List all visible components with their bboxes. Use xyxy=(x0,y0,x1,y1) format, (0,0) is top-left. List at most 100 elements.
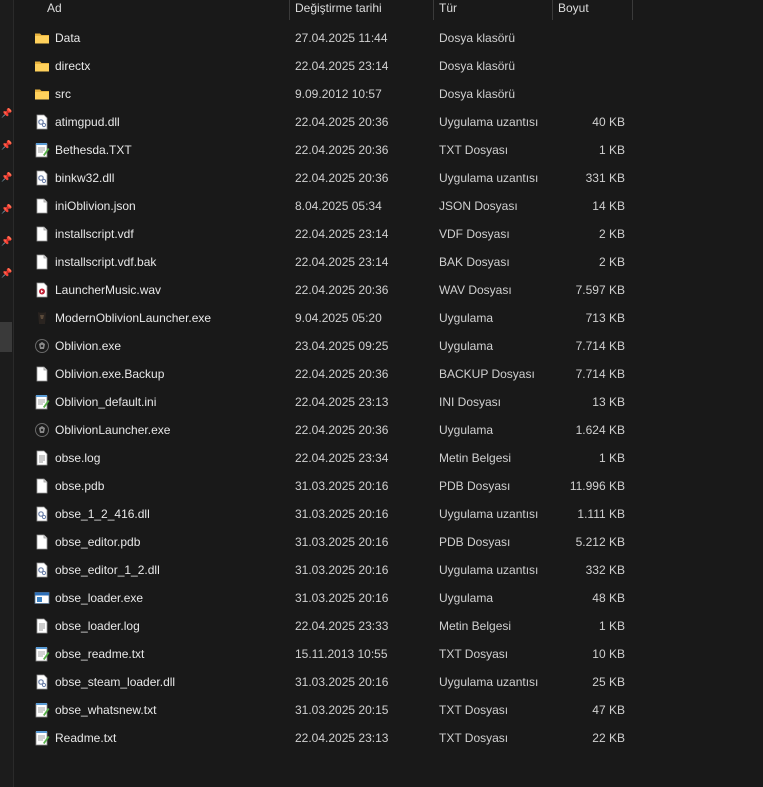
file-type: VDF Dosyası xyxy=(439,227,510,241)
file-type: Uygulama uzantısı xyxy=(439,171,539,185)
file-size: 1.111 KB xyxy=(577,507,625,521)
file-row[interactable]: src 9.09.2012 10:57 Dosya klasörü xyxy=(14,80,763,108)
column-header-name-label: Ad xyxy=(47,1,62,15)
file-type: TXT Dosyası xyxy=(439,143,509,157)
dll-icon xyxy=(34,562,50,578)
dll-icon xyxy=(34,506,50,522)
file-row[interactable]: binkw32.dll 22.04.2025 20:36 Uygulama uzan… xyxy=(14,164,763,192)
file-row[interactable]: OblivionLauncher.exe 22.04.2025 20:36 Uygu… xyxy=(14,416,763,444)
file-row[interactable]: obse_steam_loader.dll 31.03.2025 20:16 Uyg… xyxy=(14,668,763,696)
pin-icon[interactable]: 📌 xyxy=(1,236,12,246)
file-row[interactable]: Oblivion.exe.Backup 22.04.2025 20:36 BACKU… xyxy=(14,360,763,388)
file-name: Oblivion.exe xyxy=(55,339,122,353)
pin-icon[interactable]: 📌 xyxy=(1,108,12,118)
column-header-date-label: Değiştirme tarihi xyxy=(295,1,382,15)
file-row[interactable]: Readme.txt 22.04.2025 23:13 TXT Dosyası 22 … xyxy=(14,724,763,752)
file-row[interactable]: installscript.vdf.bak 22.04.2025 23:14 BAK… xyxy=(14,248,763,276)
notepad-icon xyxy=(34,702,50,718)
file-row[interactable]: ModernOblivionLauncher.exe 9.04.2025 05:2… xyxy=(14,304,763,332)
file-type: JSON Dosyası xyxy=(439,199,518,213)
file-row[interactable]: obse.log 22.04.2025 23:34 Metin Belgesi 1 K… xyxy=(14,444,763,472)
file-row[interactable]: LauncherMusic.wav 22.04.2025 20:36 WAV Dos… xyxy=(14,276,763,304)
file-row[interactable]: obse_loader.log 22.04.2025 23:33 Metin Bel… xyxy=(14,612,763,640)
file-size: 5.212 KB xyxy=(575,535,625,549)
file-modified-date: 22.04.2025 23:13 xyxy=(295,395,389,409)
file-row[interactable]: Bethesda.TXT 22.04.2025 20:36 TXT Dosyası 1… xyxy=(14,136,763,164)
file-size: 25 KB xyxy=(592,675,625,689)
file-type: Dosya klasörü xyxy=(439,87,516,101)
file-icon xyxy=(34,534,50,550)
file-row[interactable]: obse_loader.exe 31.03.2025 20:16 Uygulama 4… xyxy=(14,584,763,612)
window-icon xyxy=(34,590,50,606)
file-row[interactable]: obse_editor_1_2.dll 31.03.2025 20:16 Uygul… xyxy=(14,556,763,584)
file-name: src xyxy=(55,87,71,101)
file-name: Readme.txt xyxy=(55,731,117,745)
file-type: TXT Dosyası xyxy=(439,647,509,661)
file-name: iniOblivion.json xyxy=(55,199,136,213)
file-row[interactable]: obse_readme.txt 15.11.2013 10:55 TXT Dosya… xyxy=(14,640,763,668)
file-modified-date: 22.04.2025 23:33 xyxy=(295,619,389,633)
file-modified-date: 31.03.2025 20:16 xyxy=(295,591,389,605)
file-row[interactable]: installscript.vdf 22.04.2025 23:14 VDF Dos… xyxy=(14,220,763,248)
file-row[interactable]: obse_1_2_416.dll 31.03.2025 20:16 Uygulama… xyxy=(14,500,763,528)
file-name: obse_whatsnew.txt xyxy=(55,703,157,717)
file-row[interactable]: obse_editor.pdb 31.03.2025 20:16 PDB Dosya… xyxy=(14,528,763,556)
column-header-date[interactable]: Değiştirme tarihi xyxy=(289,0,434,20)
file-size: 713 KB xyxy=(585,311,625,325)
pin-icon[interactable]: 📌 xyxy=(1,140,12,150)
file-name: LauncherMusic.wav xyxy=(55,283,162,297)
file-row[interactable]: directx 22.04.2025 23:14 Dosya klasörü xyxy=(14,52,763,80)
nav-selected-item[interactable] xyxy=(0,322,12,352)
file-name: Bethesda.TXT xyxy=(55,143,132,157)
media-icon xyxy=(34,282,50,298)
file-name: obse.pdb xyxy=(55,479,105,493)
file-name: directx xyxy=(55,59,91,73)
column-header-size-label: Boyut xyxy=(558,1,589,15)
file-type: BACKUP Dosyası xyxy=(439,367,535,381)
file-modified-date: 22.04.2025 23:14 xyxy=(295,227,389,241)
file-type: Uygulama xyxy=(439,339,494,353)
file-name: installscript.vdf.bak xyxy=(55,255,157,269)
file-name: obse_1_2_416.dll xyxy=(55,507,150,521)
file-type: TXT Dosyası xyxy=(439,703,509,717)
file-icon xyxy=(34,478,50,494)
file-size: 332 KB xyxy=(585,563,625,577)
file-row[interactable]: Oblivion_default.ini 22.04.2025 23:13 INI … xyxy=(14,388,763,416)
file-name: binkw32.dll xyxy=(55,171,115,185)
file-type: Metin Belgesi xyxy=(439,619,512,633)
column-header-size[interactable]: Boyut xyxy=(552,0,633,20)
notepad-icon xyxy=(34,142,50,158)
file-row[interactable]: iniOblivion.json 8.04.2025 05:34 JSON Dosy… xyxy=(14,192,763,220)
pin-icon[interactable]: 📌 xyxy=(1,204,12,214)
file-type: Uygulama xyxy=(439,311,494,325)
file-modified-date: 22.04.2025 23:34 xyxy=(295,451,389,465)
column-header-type[interactable]: Tür xyxy=(433,0,553,20)
file-row[interactable]: obse.pdb 31.03.2025 20:16 PDB Dosyası 11.99… xyxy=(14,472,763,500)
file-row[interactable]: obse_whatsnew.txt 31.03.2025 20:15 TXT Dos… xyxy=(14,696,763,724)
file-type: Uygulama uzantısı xyxy=(439,563,539,577)
file-name: obse_readme.txt xyxy=(55,647,145,661)
file-size: 22 KB xyxy=(592,731,625,745)
file-size: 331 KB xyxy=(585,171,625,185)
file-modified-date: 22.04.2025 23:14 xyxy=(295,59,389,73)
file-size: 7.714 KB xyxy=(575,367,625,381)
file-row[interactable]: Data 27.04.2025 11:44 Dosya klasörü xyxy=(14,24,763,52)
column-header-type-label: Tür xyxy=(439,1,457,15)
file-size: 2 KB xyxy=(598,255,625,269)
file-name: obse_loader.exe xyxy=(55,591,144,605)
navigation-pane[interactable]: 📌 📌 📌 📌 📌 📌 xyxy=(0,0,14,787)
file-size: 7.714 KB xyxy=(575,339,625,353)
file-modified-date: 22.04.2025 20:36 xyxy=(295,115,389,129)
file-row[interactable]: atimgpud.dll 22.04.2025 20:36 Uygulama uza… xyxy=(14,108,763,136)
file-name: obse_loader.log xyxy=(55,619,140,633)
text-icon xyxy=(34,450,50,466)
pin-icon[interactable]: 📌 xyxy=(1,172,12,182)
file-name: atimgpud.dll xyxy=(55,115,120,129)
file-row[interactable]: Oblivion.exe 23.04.2025 09:25 Uygulama 7.71… xyxy=(14,332,763,360)
file-name: obse.log xyxy=(55,451,101,465)
file-modified-date: 31.03.2025 20:16 xyxy=(295,535,389,549)
file-modified-date: 9.09.2012 10:57 xyxy=(295,87,382,101)
pin-icon[interactable]: 📌 xyxy=(1,268,12,278)
column-header-name[interactable]: Ad xyxy=(41,0,290,20)
file-modified-date: 22.04.2025 20:36 xyxy=(295,423,389,437)
